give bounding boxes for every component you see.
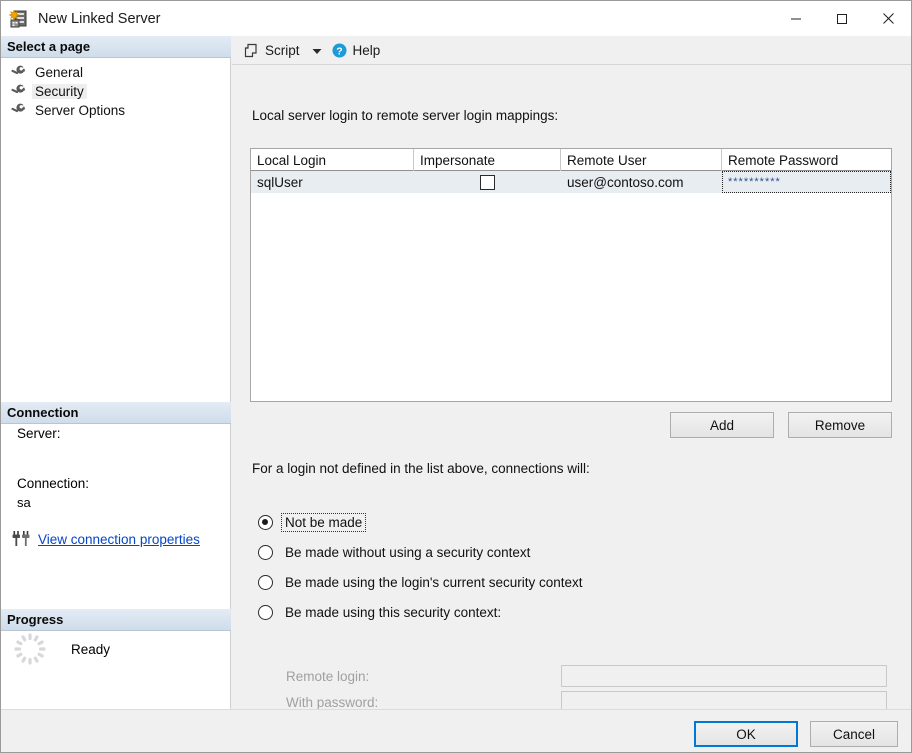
for-login-label: For a login not defined in the list abov…: [252, 461, 590, 476]
radio-row-this-security-context[interactable]: Be made using this security context:: [258, 597, 585, 627]
column-header-remote-user[interactable]: Remote User: [561, 149, 722, 171]
radio-not-be-made[interactable]: [258, 515, 273, 530]
connection-mode-radio-group: Not be made Be made without using a secu…: [258, 507, 585, 627]
remote-login-input[interactable]: [561, 665, 887, 687]
maximize-button[interactable]: [819, 1, 865, 36]
cancel-button[interactable]: Cancel: [810, 721, 898, 747]
server-label: Server:: [17, 424, 231, 444]
progress-panel: Ready: [1, 631, 231, 667]
connection-plug-icon: [12, 530, 31, 548]
view-connection-properties-row[interactable]: View connection properties: [1, 530, 231, 548]
toolbar: Script ? Help: [232, 36, 911, 65]
radio-row-without-security-context[interactable]: Be made without using a security context: [258, 537, 585, 567]
sidebar: Select a page General Sec: [1, 36, 231, 709]
close-button[interactable]: [865, 1, 911, 36]
wrench-icon: [11, 64, 26, 81]
radio-without-security-context[interactable]: [258, 545, 273, 560]
radio-this-security-context[interactable]: [258, 605, 273, 620]
new-linked-server-dialog: New Linked Server Select a page: [0, 0, 912, 753]
remote-login-row: Remote login:: [286, 665, 887, 687]
add-button[interactable]: Add: [670, 412, 774, 438]
sidebar-item-label: Security: [32, 84, 87, 99]
radio-current-security-context[interactable]: [258, 575, 273, 590]
cell-local-login[interactable]: sqlUser: [251, 171, 414, 193]
radio-label: Be made using the login's current securi…: [282, 574, 585, 591]
sidebar-item-server-options[interactable]: Server Options: [1, 101, 230, 120]
sidebar-item-label: General: [32, 65, 86, 80]
radio-row-current-security-context[interactable]: Be made using the login's current securi…: [258, 567, 585, 597]
new-linked-server-icon: [8, 8, 30, 30]
connection-header: Connection: [1, 402, 231, 424]
mappings-label: Local server login to remote server logi…: [252, 108, 558, 123]
help-icon: ?: [332, 43, 347, 58]
cell-remote-password[interactable]: **********: [722, 171, 891, 193]
view-connection-properties-link[interactable]: View connection properties: [38, 532, 200, 547]
sidebar-item-label: Server Options: [32, 103, 128, 118]
help-label: Help: [353, 43, 381, 58]
content-panel: Script ? Help Local server login to remo…: [232, 36, 911, 709]
select-a-page-header: Select a page: [1, 36, 231, 58]
grid-header-row: Local Login Impersonate Remote User Remo…: [251, 149, 891, 171]
sidebar-item-general[interactable]: General: [1, 63, 230, 82]
connection-field: Connection: sa: [1, 474, 231, 512]
remove-button[interactable]: Remove: [788, 412, 892, 438]
script-icon: [244, 43, 259, 58]
help-button[interactable]: ? Help: [328, 38, 385, 62]
connection-panel: Server: Connection: sa: [1, 424, 231, 548]
wrench-icon: [11, 83, 26, 100]
column-header-impersonate[interactable]: Impersonate: [414, 149, 561, 171]
column-header-remote-password[interactable]: Remote Password: [722, 149, 891, 171]
radio-label: Be made without using a security context: [282, 544, 533, 561]
script-label: Script: [265, 43, 300, 58]
radio-row-not-be-made[interactable]: Not be made: [258, 507, 585, 537]
radio-label: Be made using this security context:: [282, 604, 504, 621]
progress-status: Ready: [71, 642, 110, 657]
radio-label: Not be made: [282, 514, 365, 531]
remote-login-label: Remote login:: [286, 669, 561, 684]
dialog-footer: OK Cancel: [1, 709, 911, 752]
page-list: General Security Server: [1, 58, 230, 120]
spinner-icon: [12, 631, 48, 667]
progress-header: Progress: [1, 609, 231, 631]
login-mappings-grid[interactable]: Local Login Impersonate Remote User Remo…: [250, 148, 892, 402]
impersonate-checkbox[interactable]: [480, 175, 495, 190]
minimize-button[interactable]: [773, 1, 819, 36]
sidebar-item-security[interactable]: Security: [1, 82, 230, 101]
connection-value: sa: [17, 494, 231, 512]
chevron-down-icon[interactable]: [312, 43, 322, 58]
wrench-icon: [11, 102, 26, 119]
cell-remote-user[interactable]: user@contoso.com: [561, 171, 722, 193]
ok-button[interactable]: OK: [694, 721, 798, 747]
window-controls: [773, 1, 911, 36]
connection-label: Connection:: [17, 474, 231, 494]
column-header-local-login[interactable]: Local Login: [251, 149, 414, 171]
cell-impersonate[interactable]: [414, 171, 561, 193]
window-title: New Linked Server: [38, 11, 161, 27]
server-field: Server:: [1, 424, 231, 444]
with-password-label: With password:: [286, 695, 561, 710]
svg-text:?: ?: [336, 45, 342, 57]
script-button[interactable]: Script: [240, 38, 304, 62]
table-row[interactable]: sqlUser user@contoso.com **********: [251, 171, 891, 193]
title-bar: New Linked Server: [1, 1, 911, 36]
